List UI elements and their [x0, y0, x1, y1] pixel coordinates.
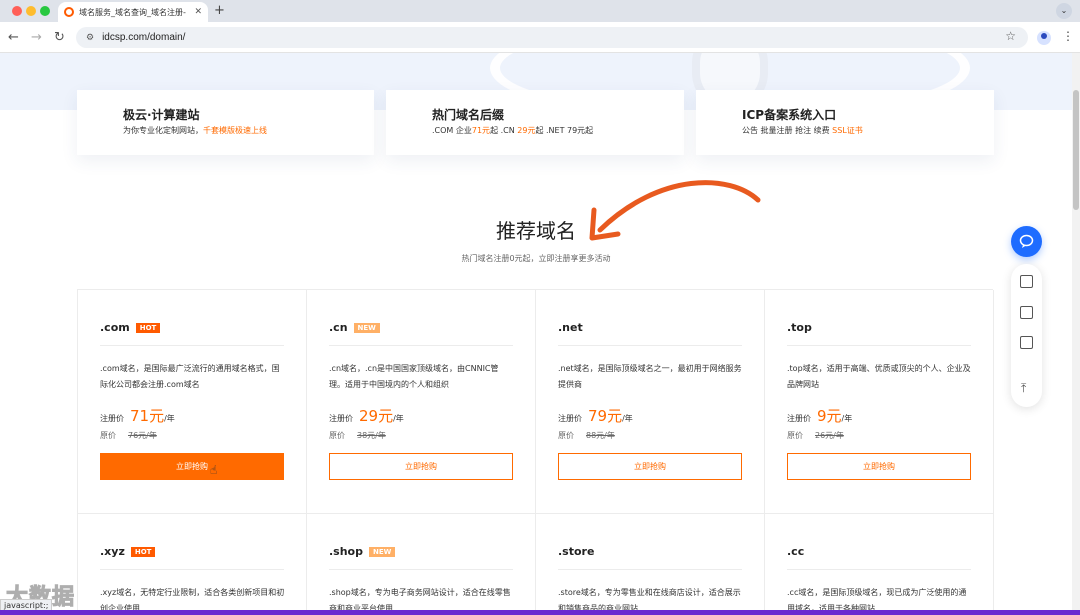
divider [100, 569, 284, 570]
hot-badge: HOT [130, 547, 156, 557]
domain-card-com: .com HOT .com域名，是国际最广泛流行的通用域名格式，国际化公司都会注册… [78, 290, 307, 514]
hand-cursor-icon: ☝ [210, 463, 218, 477]
divider [329, 569, 513, 570]
domain-name: .xyz HOT [100, 545, 156, 558]
price-row: 注册价 71元/年 [100, 407, 175, 425]
forward-icon[interactable]: → [31, 30, 42, 45]
divider [558, 569, 742, 570]
scrollbar-thumb[interactable] [1073, 90, 1079, 210]
back-icon[interactable]: ← [8, 30, 19, 45]
search-doc-icon[interactable] [1020, 336, 1033, 349]
buy-now-button[interactable]: 立即抢购 [100, 453, 284, 480]
browser-tab-bar: 域名服务_域名查询_域名注册- ✕ + ⌄ [0, 0, 1080, 22]
buy-now-button[interactable]: 立即抢购 [558, 453, 742, 480]
minimize-window-button[interactable] [26, 6, 36, 16]
price-row: 注册价 29元/年 [329, 407, 404, 425]
url-text: idcsp.com/domain/ [102, 32, 186, 43]
quick-card-title: 极云·计算建站 [123, 108, 200, 122]
domain-desc: .top域名，适用于高端、优质或顶尖的个人、企业及品牌网站 [787, 364, 971, 389]
domain-card-cc: .cc .cc域名，是国际顶级域名，现已成为广泛使用的通用域名，适用于各种网站 [765, 514, 994, 615]
quick-card-desc: 为你专业化定制网站，千套模版极速上线 [123, 126, 267, 135]
floating-toolbar: ⤒ [1011, 264, 1042, 407]
chat-button[interactable] [1011, 226, 1042, 257]
domain-card-store: .store .store域名，专为零售业和在线商店设计，适合展示和销售商品的商… [536, 514, 765, 615]
price-value: 29元 [359, 407, 394, 425]
close-window-button[interactable] [12, 6, 22, 16]
tab-close-icon[interactable]: ✕ [194, 7, 202, 17]
original-price-row: 原价 38元/年 [329, 431, 386, 440]
buy-now-button[interactable]: 立即抢购 [787, 453, 971, 480]
divider [787, 569, 971, 570]
maximize-window-button[interactable] [40, 6, 50, 16]
domain-card-top: .top .top域名，适用于高端、优质或顶尖的个人、企业及品牌网站 注册价 9元… [765, 290, 994, 514]
back-to-top-icon[interactable]: ⤒ [1021, 381, 1026, 396]
quick-card-hot-suffix[interactable]: 热门域名后缀 .COM 企业71元起 .CN 29元起 .NET 79元起 [386, 90, 684, 155]
price-value: 71元 [130, 407, 165, 425]
quick-card-desc: 公告 批量注册 抢注 续费 SSL证书 [742, 126, 863, 135]
buy-now-button[interactable]: 立即抢购 [329, 453, 513, 480]
url-input[interactable]: ⚙ idcsp.com/domain/ ☆ [76, 27, 1028, 48]
new-badge: NEW [369, 547, 396, 557]
domain-name: .store [558, 545, 595, 558]
quick-card-desc: .COM 企业71元起 .CN 29元起 .NET 79元起 [432, 126, 594, 135]
original-price-row: 原价 76元/年 [100, 431, 157, 440]
domain-grid: .com HOT .com域名，是国际最广泛流行的通用域名格式，国际化公司都会注册… [77, 289, 994, 615]
domain-name: .cn NEW [329, 321, 380, 334]
domain-card-cn: .cn NEW .cn域名，.cn是中国国家顶级域名，由CNNIC管理。适用于中国… [307, 290, 536, 514]
reload-icon[interactable]: ↻ [54, 30, 65, 45]
quick-card-icp[interactable]: ICP备案系统入口 公告 批量注册 抢注 续费 SSL证书 [696, 90, 994, 155]
domain-name: .net [558, 321, 583, 334]
domain-name: .cc [787, 545, 805, 558]
star-icon[interactable]: ☆ [1005, 29, 1016, 43]
domain-card-shop: .shop NEW .shop域名，专为电子商务网站设计，适合在线零售商和商业平台… [307, 514, 536, 615]
domain-name: .shop NEW [329, 545, 396, 558]
section-subtitle: 热门域名注册0元起，立即注册享更多活动 [461, 254, 611, 263]
browser-tab[interactable]: 域名服务_域名查询_域名注册- ✕ [58, 2, 208, 22]
section-title: 推荐域名 [496, 219, 576, 243]
favicon-icon [64, 7, 74, 17]
divider [100, 345, 284, 346]
site-info-icon[interactable]: ⚙ [86, 33, 94, 43]
new-badge: NEW [353, 323, 380, 333]
checklist-icon[interactable] [1020, 306, 1033, 319]
price-row: 注册价 79元/年 [558, 407, 633, 425]
domain-desc: .com域名，是国际最广泛流行的通用域名格式，国际化公司都会注册.com域名 [100, 364, 280, 389]
hot-badge: HOT [135, 323, 161, 333]
domain-card-xyz: .xyz HOT .xyz域名，无特定行业限制，适合各类创新项目和初创企业使用 [78, 514, 307, 615]
bottom-bar [0, 610, 1080, 615]
tab-search-icon[interactable]: ⌄ [1056, 3, 1072, 19]
divider [558, 345, 742, 346]
quick-card-site-building[interactable]: 极云·计算建站 为你专业化定制网站，千套模版极速上线 [77, 90, 374, 155]
tab-title: 域名服务_域名查询_域名注册- [79, 7, 186, 17]
divider [329, 345, 513, 346]
address-bar-row: ← → ↻ ⚙ idcsp.com/domain/ ☆ ⋮ [0, 22, 1080, 53]
price-value: 9元 [817, 407, 842, 425]
domain-name: .com HOT [100, 321, 161, 334]
quick-card-title: 热门域名后缀 [432, 108, 505, 122]
menu-icon[interactable]: ⋮ [1062, 29, 1074, 43]
original-price-row: 原价 26元/年 [787, 431, 844, 440]
quick-card-title: ICP备案系统入口 [742, 108, 837, 122]
domain-desc: .cn域名，.cn是中国国家顶级域名，由CNNIC管理。适用于中国境内的个人和组… [329, 364, 499, 389]
divider [787, 345, 971, 346]
domain-name: .top [787, 321, 812, 334]
domain-card-net: .net .net域名，是国际顶级域名之一，最初用于网络服务提供商 注册价 79元… [536, 290, 765, 514]
chat-icon [1019, 234, 1034, 248]
price-row: 注册价 9元/年 [787, 407, 853, 425]
price-value: 79元 [588, 407, 623, 425]
domain-desc: .net域名，是国际顶级域名之一，最初用于网络服务提供商 [558, 364, 742, 389]
original-price-row: 原价 88元/年 [558, 431, 615, 440]
profile-icon[interactable] [1037, 31, 1051, 45]
new-tab-button[interactable]: + [214, 3, 225, 18]
video-icon[interactable] [1020, 275, 1033, 288]
